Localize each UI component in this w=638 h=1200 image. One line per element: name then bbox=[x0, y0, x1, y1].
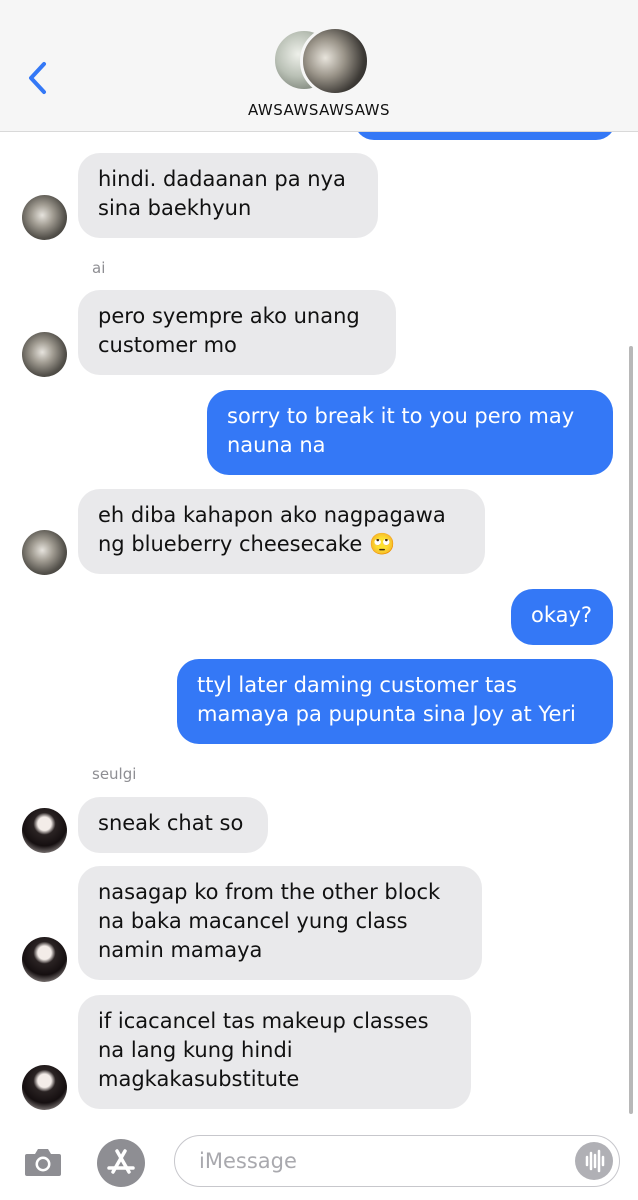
sender-name: ai bbox=[92, 259, 106, 277]
message-bubble-incoming[interactable]: pero syempre ako unang customer mo bbox=[78, 290, 396, 375]
sender-avatar bbox=[22, 937, 67, 982]
message-bubble-incoming[interactable]: nasagap ko from the other block na baka … bbox=[78, 866, 482, 980]
composer-bar bbox=[0, 1127, 638, 1200]
message-bubble-incoming[interactable]: eh diba kahapon ako nagpagawa ng blueber… bbox=[78, 489, 485, 574]
chevron-left-icon[interactable] bbox=[22, 58, 56, 98]
app-store-icon[interactable] bbox=[97, 1139, 145, 1187]
message-input-field[interactable] bbox=[174, 1135, 620, 1187]
conversation-header: AWSAWSAWSAWS bbox=[0, 0, 638, 132]
sender-avatar bbox=[22, 195, 67, 240]
message-input[interactable] bbox=[197, 1144, 561, 1178]
message-bubble-incoming[interactable]: hindi. dadaanan pa nya sina baekhyun bbox=[78, 153, 378, 238]
message-bubble-outgoing[interactable]: okay? bbox=[511, 589, 613, 645]
camera-icon[interactable] bbox=[22, 1141, 64, 1183]
member-avatar bbox=[300, 26, 370, 96]
sender-avatar bbox=[22, 1065, 67, 1110]
message-bubble-outgoing[interactable]: ttyl later daming customer tas mamaya pa… bbox=[177, 659, 613, 744]
group-avatar[interactable] bbox=[272, 26, 370, 96]
sender-avatar bbox=[22, 808, 67, 853]
audio-waveform-icon[interactable] bbox=[575, 1142, 613, 1180]
sender-avatar bbox=[22, 530, 67, 575]
group-name[interactable]: AWSAWSAWSAWS bbox=[0, 101, 638, 119]
scrollbar[interactable] bbox=[629, 346, 633, 1114]
message-bubble-outgoing[interactable]: sorry to break it to you pero may nauna … bbox=[207, 390, 613, 475]
message-bubble-incoming[interactable]: sneak chat so bbox=[78, 797, 268, 853]
message-bubble-incoming[interactable]: if icacancel tas makeup classes na lang … bbox=[78, 995, 471, 1109]
sender-name: seulgi bbox=[92, 765, 137, 783]
sender-avatar bbox=[22, 332, 67, 377]
